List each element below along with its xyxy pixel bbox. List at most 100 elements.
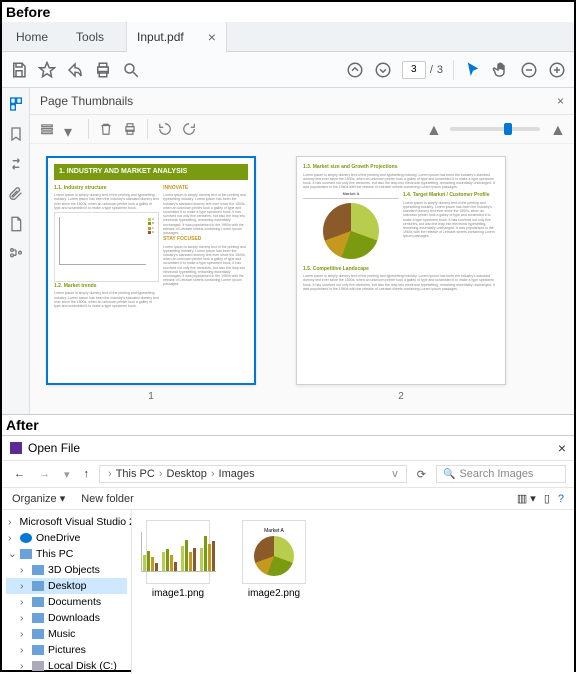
dialog-nav: ← → ▾ ↑ › This PC › Desktop › Images v ⟳…	[2, 461, 574, 488]
zoom-out-icon[interactable]	[520, 61, 538, 79]
nav-up-icon[interactable]: ↑	[80, 466, 94, 482]
file-label: image2.png	[238, 588, 310, 599]
vs-icon	[10, 442, 22, 454]
page-thumb-1[interactable]: 1. INDUSTRY AND MARKET ANALYSIS 1.1. Ind…	[46, 156, 256, 385]
search-input[interactable]: 🔍 Search Images	[436, 465, 566, 483]
thumbnails-panel: Page Thumbnails × ▾ ▲ ▲	[30, 88, 574, 414]
pdf-sidepanel	[2, 88, 30, 414]
nav-forward-icon[interactable]: →	[35, 466, 54, 482]
tree-item-thispc[interactable]: ⌄This PC	[6, 546, 127, 562]
innovate-heading: INNOVATE	[163, 186, 248, 192]
para: Lorem ipsum is simply dummy text of the …	[303, 274, 499, 291]
close-panel-icon[interactable]: ×	[557, 94, 564, 108]
separator	[147, 119, 148, 139]
thumbnails-icon[interactable]	[8, 96, 24, 112]
rotate-cw-icon[interactable]	[182, 122, 196, 136]
page-sep: /	[430, 64, 433, 76]
pdf-tabbar: Home Tools Input.pdf ×	[2, 22, 574, 52]
rotate-ccw-icon[interactable]	[158, 122, 172, 136]
tree-item-music[interactable]: ›Music	[6, 626, 127, 642]
file-image1[interactable]: image1.png	[142, 520, 214, 599]
organize-button[interactable]: Organize ▾	[12, 492, 65, 505]
pdf-toolbar: / 3	[2, 52, 574, 88]
para: Lorem ipsum is simply dummy text of the …	[54, 291, 159, 308]
options-icon[interactable]	[40, 122, 54, 136]
pdf-viewer: Home Tools Input.pdf × / 3	[2, 22, 574, 415]
file-thumb-piechart: Market A	[242, 520, 306, 584]
chart-title: Market A	[303, 191, 399, 198]
refresh-icon[interactable]: ⟳	[413, 468, 430, 481]
preview-pane-icon[interactable]: ▯	[544, 492, 550, 505]
section-1-1: 1.1. Industry structure	[54, 186, 159, 192]
thumbnails-toolbar: ▾ ▲ ▲	[30, 115, 574, 144]
after-label: After	[2, 415, 574, 435]
save-icon[interactable]	[10, 61, 28, 79]
breadcrumb[interactable]: › This PC › Desktop › Images v	[99, 465, 407, 483]
pie-chart	[323, 203, 379, 259]
crumb-dropdown-icon[interactable]: v	[390, 468, 400, 480]
tree-item-onedrive[interactable]: ›OneDrive	[6, 530, 127, 546]
tree-item-vs[interactable]: ›Microsoft Visual Studio 2	[6, 514, 127, 530]
file-tab-label: Input.pdf	[137, 30, 184, 44]
separator	[88, 119, 89, 139]
attachment-icon[interactable]	[8, 186, 24, 202]
crumb-pc[interactable]: This PC	[116, 468, 155, 480]
file-tab[interactable]: Input.pdf ×	[126, 22, 227, 52]
zoom-in-icon[interactable]	[548, 61, 566, 79]
delete-icon[interactable]	[99, 122, 113, 136]
tree-item-pictures[interactable]: ›Pictures	[6, 642, 127, 658]
tree-item-documents[interactable]: ›Documents	[6, 594, 127, 610]
file-label: image1.png	[142, 588, 214, 599]
help-icon[interactable]: ?	[558, 493, 564, 505]
dialog-title: Open File	[28, 441, 80, 455]
star-icon[interactable]	[38, 61, 56, 79]
print-icon[interactable]	[94, 61, 112, 79]
zoom-slider[interactable]	[450, 127, 540, 131]
page-up-icon[interactable]	[346, 61, 364, 79]
print-thumb-icon[interactable]	[123, 122, 137, 136]
cursor-icon[interactable]	[464, 61, 482, 79]
tab-home[interactable]: Home	[2, 24, 62, 50]
view-icon[interactable]: ▥ ▾	[517, 492, 536, 505]
document-icon[interactable]	[8, 216, 24, 232]
dialog-titlebar: Open File ×	[2, 436, 574, 461]
crumb-images[interactable]: Images	[219, 468, 255, 480]
tree-item-3dobjects[interactable]: ›3D Objects	[6, 562, 127, 578]
dropdown-icon[interactable]: ▾	[64, 122, 78, 136]
page-down-icon[interactable]	[374, 61, 392, 79]
before-label: Before	[2, 2, 574, 22]
tab-tools[interactable]: Tools	[62, 24, 118, 50]
pie-title: Market A	[264, 528, 284, 534]
share-icon[interactable]	[66, 61, 84, 79]
page-input[interactable]	[402, 61, 426, 79]
close-icon[interactable]: ×	[558, 440, 566, 456]
layers-icon[interactable]	[8, 246, 24, 262]
section-1-5: 1.5. Competitive Landscape	[303, 267, 499, 273]
switch-icon[interactable]	[8, 156, 24, 172]
new-folder-button[interactable]: New folder	[81, 493, 134, 505]
zoom-large-icon[interactable]: ▲	[550, 122, 564, 136]
search-icon[interactable]	[122, 61, 140, 79]
section-1-2: 1.2. Market trends	[54, 284, 159, 290]
file-thumb-barchart	[146, 520, 210, 584]
section-1-3: 1.3. Market size and Growth Projections	[303, 165, 499, 171]
slider-knob[interactable]	[504, 123, 512, 135]
dialog-toolbar: Organize ▾ New folder ▥ ▾ ▯ ?	[2, 488, 574, 510]
hand-icon[interactable]	[492, 61, 510, 79]
bookmark-icon[interactable]	[8, 126, 24, 142]
zoom-small-icon[interactable]: ▲	[426, 122, 440, 136]
stay-heading: STAY FOCUSED	[163, 237, 248, 243]
tree-item-downloads[interactable]: ›Downloads	[6, 610, 127, 626]
page-thumb-2[interactable]: 1.3. Market size and Growth Projections …	[296, 156, 506, 385]
close-icon[interactable]: ×	[208, 29, 216, 45]
tree-item-desktop[interactable]: ›Desktop	[6, 578, 127, 594]
section-1-4: 1.4. Target Market / Customer Profile	[403, 193, 499, 199]
para: Lorem ipsum is simply dummy text of the …	[163, 193, 248, 235]
nav-recent-icon[interactable]: ▾	[60, 466, 74, 483]
file-image2[interactable]: Market A image2.png	[238, 520, 310, 599]
para: Lorem ipsum is simply dummy text of the …	[303, 173, 499, 190]
crumb-desktop[interactable]: Desktop	[167, 468, 207, 480]
page-number-1: 1	[46, 391, 256, 402]
nav-back-icon[interactable]: ←	[10, 466, 29, 482]
open-file-dialog: Open File × ← → ▾ ↑ › This PC › Desktop …	[2, 435, 574, 674]
